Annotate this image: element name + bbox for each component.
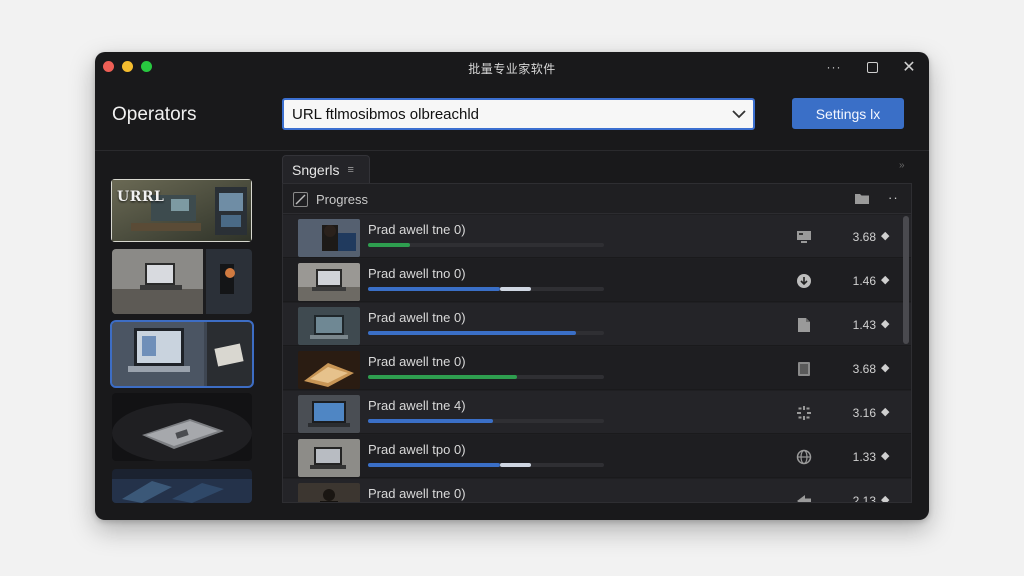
panel-title: Progress (316, 192, 369, 207)
row-value: 1.33 (852, 450, 876, 464)
progress-fill (368, 287, 500, 291)
sidebar-thumb-1[interactable]: URRL (111, 179, 252, 242)
row-title: Prad awell tne 0) (368, 222, 466, 237)
list-item-1[interactable]: Prad awell tne 0) 3.68 ◆ (283, 215, 911, 258)
expand-icon[interactable]: » (899, 160, 905, 171)
row-title: Prad awell tpo 0) (368, 442, 466, 457)
sidebar-thumb-3[interactable] (110, 320, 254, 388)
url-field[interactable] (282, 98, 755, 130)
row-thumbnail (298, 439, 360, 477)
progress-panel: Progress ·· Prad awell tne 0) 3.68 ◆ Pra… (282, 183, 912, 503)
scrollbar[interactable] (903, 216, 909, 344)
diamond-icon[interactable]: ◆ (881, 361, 889, 374)
list-item-5[interactable]: Prad awell tne 4) 3.16 ◆ (283, 391, 911, 434)
diamond-icon[interactable]: ◆ (881, 273, 889, 286)
diamond-icon[interactable]: ◆ (881, 317, 889, 330)
page-title: Operators (112, 104, 197, 125)
globe-icon[interactable] (795, 448, 813, 466)
row-thumbnail (298, 483, 360, 502)
diamond-icon[interactable]: ◆ (881, 229, 889, 242)
monitor-icon[interactable] (795, 228, 813, 246)
row-value: 1.43 (852, 318, 876, 332)
tab-sngerls[interactable]: Sngerls ≡ (282, 155, 370, 183)
title-bar: 批量专业家软件 ··· ✕ (95, 52, 929, 82)
row-title: Prad awell tno 0) (368, 266, 466, 281)
progress-buffer (500, 287, 531, 291)
row-thumbnail (298, 263, 360, 301)
progress-fill (368, 331, 576, 335)
row-title: Prad awell tne 4) (368, 398, 466, 413)
folder-icon[interactable] (854, 192, 870, 210)
close-icon[interactable]: ✕ (898, 58, 920, 76)
document-icon[interactable] (795, 316, 813, 334)
sliders-icon: ≡ (347, 163, 354, 176)
progress-bar (368, 243, 604, 247)
loading-icon[interactable] (795, 404, 813, 422)
diamond-icon[interactable]: ◆ (881, 493, 889, 502)
more-icon[interactable]: ··· (823, 58, 845, 76)
list-item-2[interactable]: Prad awell tno 0) 1.46 ◆ (283, 259, 911, 302)
row-thumbnail (298, 351, 360, 389)
row-value: 3.68 (852, 230, 876, 244)
progress-bar (368, 463, 604, 467)
list-item-6[interactable]: Prad awell tpo 0) 1.33 ◆ (283, 435, 911, 478)
list-item-4[interactable]: Prad awell tne 0) 3.68 ◆ (283, 347, 911, 390)
row-title: Prad awell tne 0) (368, 486, 466, 501)
progress-bar (368, 331, 604, 335)
row-thumbnail (298, 395, 360, 433)
app-window: 批量专业家软件 ··· ✕ Operators Settings lx (95, 52, 929, 520)
row-thumbnail (298, 307, 360, 345)
download-icon[interactable] (795, 272, 813, 290)
row-value: 2.13 (852, 494, 876, 503)
progress-buffer (500, 463, 531, 467)
progress-fill (368, 463, 500, 467)
diamond-icon[interactable]: ◆ (881, 449, 889, 462)
list-item-7[interactable]: Prad awell tne 0) 2.13 ◆ (283, 479, 911, 503)
sidebar-thumb-4[interactable] (112, 393, 252, 461)
progress-fill (368, 243, 410, 247)
url-input[interactable] (290, 101, 725, 127)
panel-header: Progress ·· (283, 184, 911, 214)
thumb-label: URRL (117, 189, 165, 205)
row-title: Prad awell tne 0) (368, 354, 466, 369)
row-title: Prad awell tne 0) (368, 310, 466, 325)
row-value: 3.68 (852, 362, 876, 376)
row-thumbnail (298, 219, 360, 257)
sidebar-thumb-5[interactable] (112, 469, 252, 503)
row-value: 3.16 (852, 406, 876, 420)
more-icon[interactable]: ·· (888, 190, 899, 205)
chevron-down-icon[interactable] (725, 101, 753, 127)
header-divider (95, 150, 929, 151)
list-item-3[interactable]: Prad awell tne 0) 1.43 ◆ (283, 303, 911, 346)
book-icon[interactable] (795, 360, 813, 378)
settings-button[interactable]: Settings lx (792, 98, 904, 129)
sidebar-thumb-2[interactable] (112, 249, 252, 314)
window-title: 批量专业家软件 (468, 62, 556, 76)
maximize-icon[interactable] (861, 58, 883, 76)
progress-fill (368, 419, 493, 423)
progress-fill (368, 375, 517, 379)
tab-label: Sngerls (292, 161, 340, 178)
progress-bar (368, 375, 604, 379)
progress-bar (368, 287, 604, 291)
share-icon[interactable] (795, 492, 813, 502)
row-value: 1.46 (852, 274, 876, 288)
select-all-checkbox[interactable] (293, 192, 308, 207)
diamond-icon[interactable]: ◆ (881, 405, 889, 418)
progress-bar (368, 419, 604, 423)
